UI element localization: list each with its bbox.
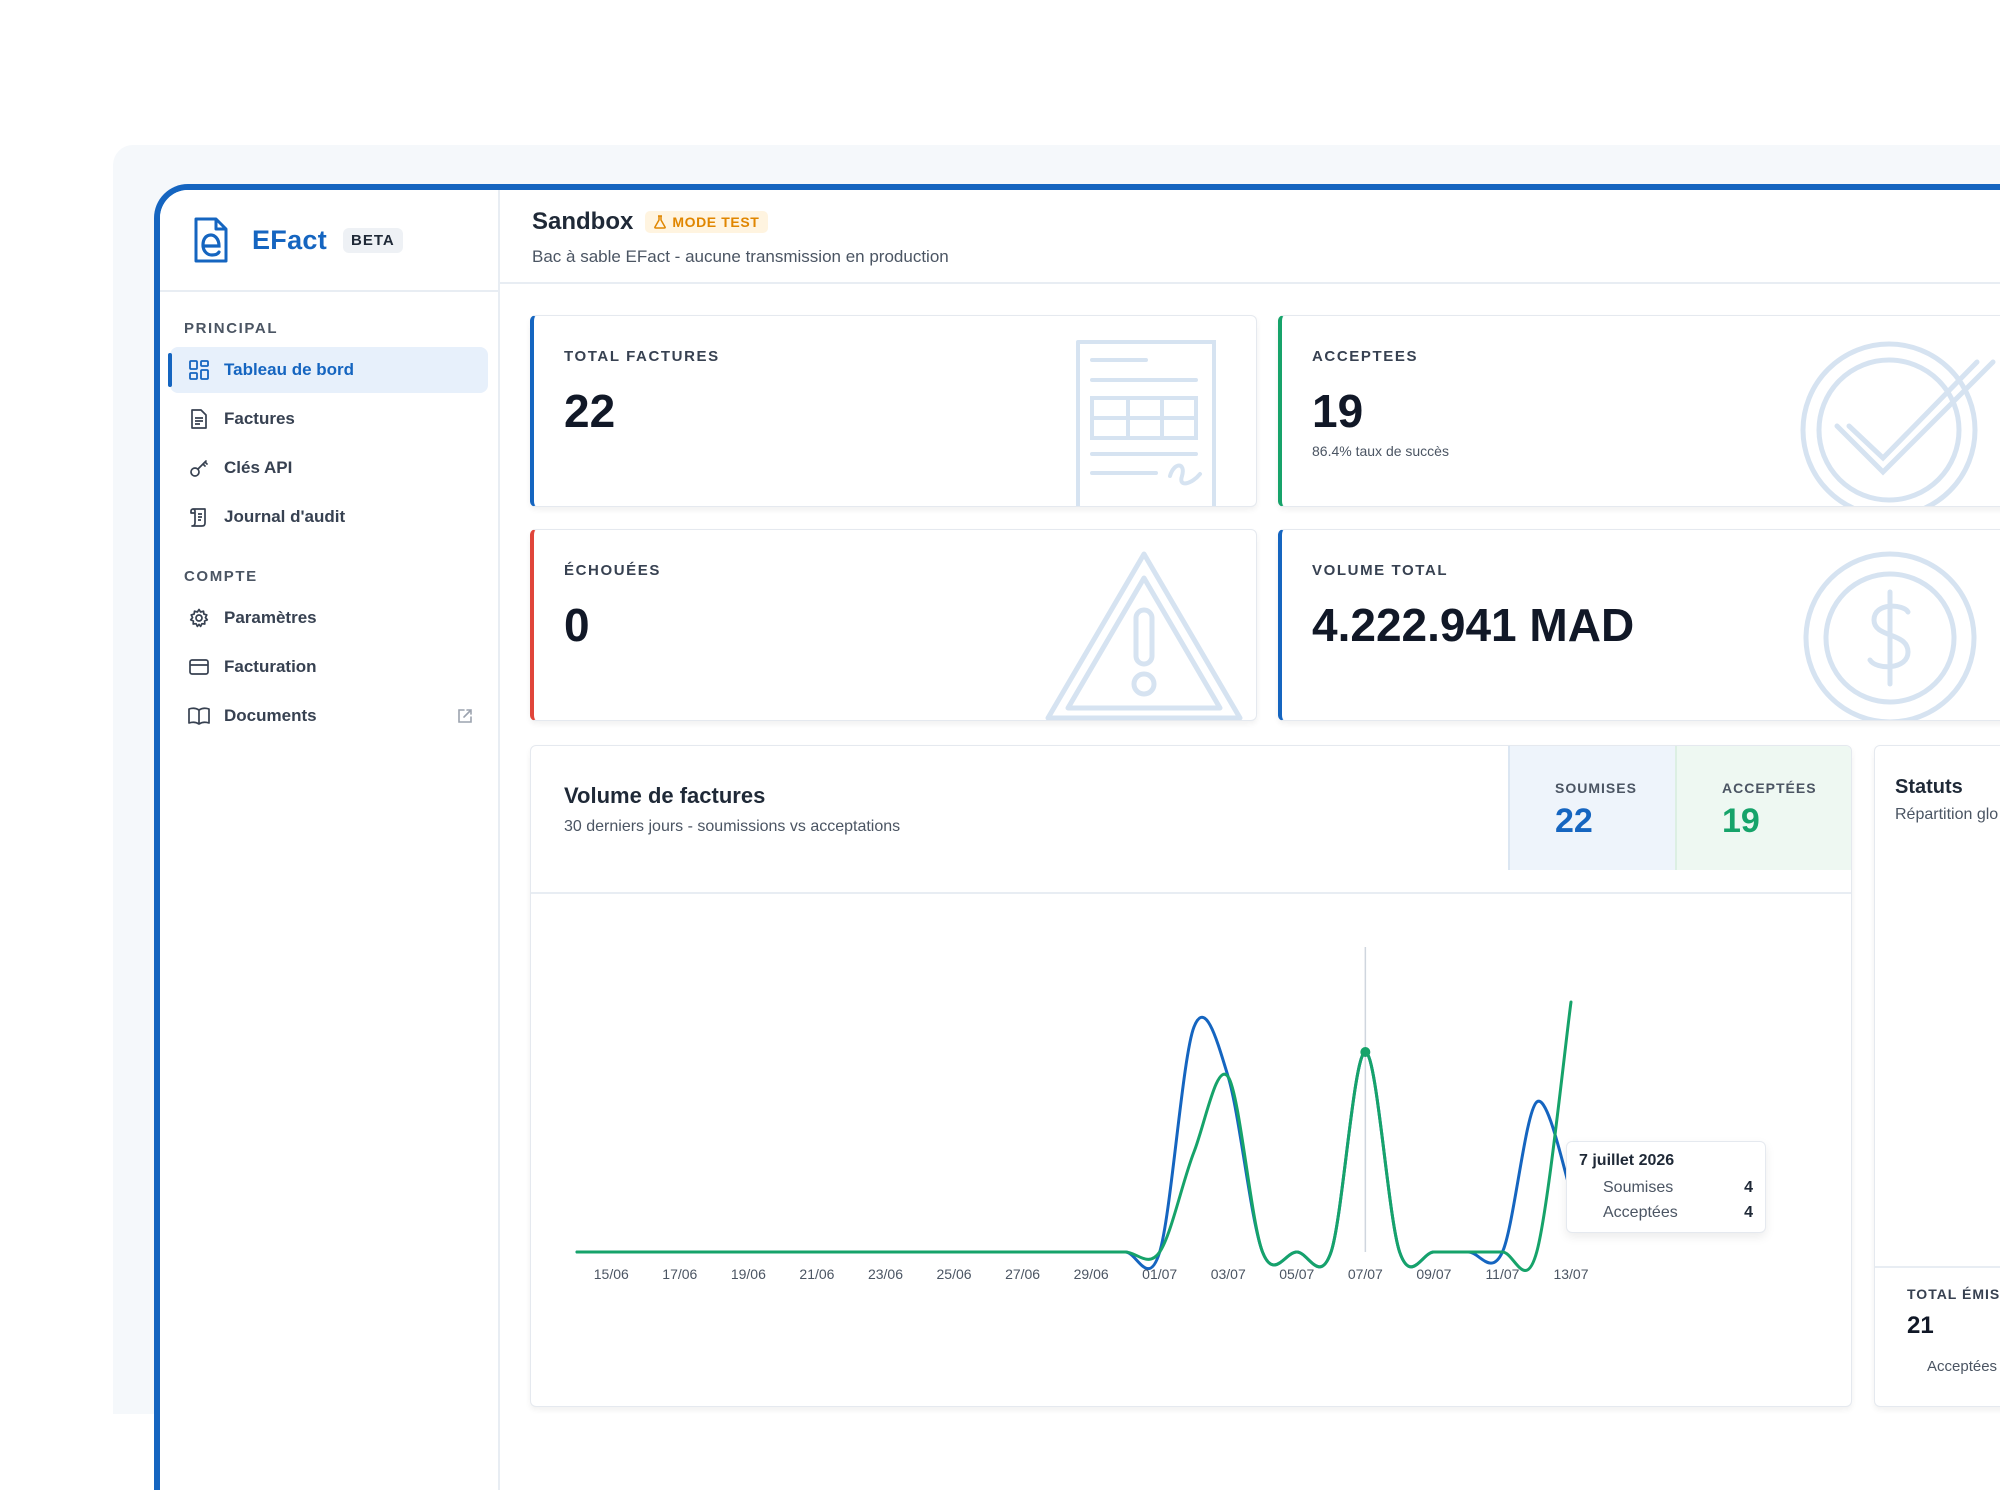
sidebar-item-settings[interactable]: Paramètres (170, 595, 488, 641)
page-subtitle: Bac à sable EFact - aucune transmission … (532, 247, 949, 266)
stat-label: ACCEPTEES (1312, 348, 1419, 365)
beta-badge: BETA (343, 227, 403, 253)
invoice-document-icon (1076, 340, 1216, 506)
stat-label: ÉCHOUÉES (564, 562, 661, 579)
kpi-label: SOUMISES (1555, 780, 1637, 796)
efact-logo-icon (194, 217, 228, 263)
series-line-soumises (575, 1015, 1573, 1271)
document-icon (188, 408, 210, 430)
x-tick-label: 09/07 (1416, 1266, 1451, 1282)
x-tick-label: 11/07 (1485, 1266, 1519, 1282)
x-tick-label: 15/06 (594, 1266, 629, 1282)
stat-label: TOTAL FACTURES (564, 348, 720, 365)
sidebar-item-audit-log[interactable]: Journal d'audit (170, 494, 488, 540)
brand-name: EFact (252, 224, 328, 255)
stat-value: 22 (564, 385, 616, 437)
sidebar: EFact BETA PRINCIPAL Tableau de bord Fac… (160, 190, 500, 1490)
external-link-icon (458, 709, 472, 723)
panel-header: Volume de factures 30 derniers jours - s… (531, 746, 1851, 894)
book-icon (188, 705, 210, 727)
total-issued-value: 21 (1907, 1312, 1934, 1339)
x-tick-label: 03/07 (1211, 1266, 1246, 1282)
chart-tooltip: 7 juillet 2026 Soumises 4 Acceptées 4 (1566, 1141, 1766, 1233)
sidebar-item-api-keys[interactable]: Clés API (170, 445, 488, 491)
sidebar-item-label: Journal d'audit (224, 507, 346, 526)
stat-value: 4.222.941 MAD (1312, 599, 1635, 651)
x-tick-label: 07/07 (1348, 1266, 1383, 1282)
mode-test-label: MODE TEST (672, 214, 760, 230)
page-header: Sandbox MODE TEST Bac à sable EFact - au… (498, 190, 2000, 284)
stat-value: 0 (564, 599, 590, 651)
x-tick-label: 17/06 (662, 1266, 697, 1282)
sidebar-item-label: Documents (224, 706, 317, 725)
flask-icon (654, 215, 667, 229)
x-tick-label: 01/07 (1142, 1266, 1177, 1282)
x-tick-label: 19/06 (731, 1266, 766, 1282)
dashboard-grid-icon (188, 359, 210, 381)
mode-test-badge: MODE TEST (645, 211, 769, 233)
tooltip-row-accepted: Acceptées (1603, 1204, 1753, 1222)
stat-card-total-invoices: TOTAL FACTURES 22 (530, 315, 1257, 507)
kpi-value: 22 (1555, 802, 1593, 840)
stat-card-total-volume: VOLUME TOTAL 4.222.941 MAD (1278, 529, 2000, 721)
brand[interactable]: EFact BETA (160, 190, 498, 292)
accepted-legend-item: Acceptées (1927, 1358, 1998, 1375)
stat-card-failed: ÉCHOUÉES 0 (530, 529, 1257, 721)
success-rate-note: 86.4% taux de succès (1312, 443, 1449, 459)
key-icon (188, 457, 210, 479)
tooltip-row-label: Soumises (1603, 1179, 1674, 1196)
dollar-coin-icon (1803, 551, 1977, 720)
sidebar-item-factures[interactable]: Factures (170, 396, 488, 442)
sidebar-item-label: Tableau de bord (224, 360, 355, 379)
status-panel-subtitle: Répartition glo (1895, 806, 1999, 823)
panel-title: Volume de factures (564, 783, 766, 808)
x-tick-label: 27/06 (1005, 1266, 1040, 1282)
x-tick-label: 29/06 (1074, 1266, 1109, 1282)
app-window: EFact BETA PRINCIPAL Tableau de bord Fac… (154, 184, 2000, 1490)
panel-subtitle: 30 derniers jours - soumissions vs accep… (564, 818, 901, 835)
x-tick-label: 05/07 (1279, 1266, 1314, 1282)
status-panel-divider (1875, 1266, 2000, 1268)
sidebar-item-billing[interactable]: Facturation (170, 644, 488, 690)
sidebar-item-label: Paramètres (224, 608, 317, 627)
tooltip-row-label: Acceptées (1603, 1204, 1678, 1221)
x-tick-label: 13/07 (1553, 1266, 1588, 1282)
total-issued-label: TOTAL ÉMIS (1907, 1286, 2000, 1302)
kpi-label: ACCEPTÉES (1722, 780, 1817, 796)
credit-card-icon (188, 656, 210, 678)
tooltip-row-submitted: Soumises (1603, 1179, 1753, 1197)
sidebar-item-label: Facturation (224, 657, 317, 676)
nav-section-principal: PRINCIPAL (184, 320, 279, 337)
series-line-acceptees (575, 1000, 1573, 1272)
kpi-submitted[interactable]: SOUMISES 22 (1508, 746, 1677, 870)
kpi-accepted[interactable]: ACCEPTÉES 19 (1675, 746, 1851, 870)
gear-icon (188, 607, 210, 629)
check-circle-icon (1800, 341, 1996, 506)
stat-card-accepted: ACCEPTEES 19 86.4% taux de succès (1278, 315, 2000, 507)
tooltip-row-value: 4 (1744, 1204, 1753, 1221)
warning-triangle-icon (1045, 551, 1243, 720)
stat-value: 19 (1312, 385, 1364, 437)
sidebar-item-label: Factures (224, 409, 295, 428)
x-tick-label: 25/06 (937, 1266, 972, 1282)
page-title: Sandbox (532, 208, 634, 235)
x-tick-label: 23/06 (868, 1266, 903, 1282)
status-panel-title: Statuts (1895, 776, 1963, 798)
x-tick-label: 21/06 (799, 1266, 834, 1282)
tooltip-date: 7 juillet 2026 (1579, 1152, 1675, 1169)
kpi-value: 19 (1722, 802, 1760, 840)
status-panel: Statuts Répartition glo TOTAL ÉMIS 21 Ac… (1874, 745, 2000, 1407)
invoice-volume-panel: Volume de factures 30 derniers jours - s… (530, 745, 1852, 1407)
scroll-icon (188, 506, 210, 528)
highlight-point (1360, 1047, 1371, 1057)
nav-section-compte: COMPTE (184, 568, 258, 585)
tooltip-row-value: 4 (1744, 1179, 1753, 1196)
sidebar-item-documents[interactable]: Documents (170, 693, 488, 739)
sidebar-item-label: Clés API (224, 458, 293, 477)
stat-label: VOLUME TOTAL (1312, 562, 1449, 579)
sidebar-item-dashboard[interactable]: Tableau de bord (168, 347, 488, 393)
